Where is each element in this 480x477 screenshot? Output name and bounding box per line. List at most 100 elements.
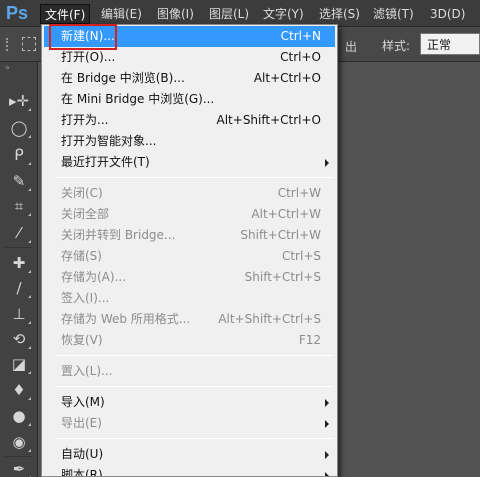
- file-menu-item[interactable]: 打开(O)... Ctrl+O: [42, 47, 337, 68]
- tool-flyout-indicator: [28, 188, 31, 191]
- menu-item-label: 关闭并转到 Bridge...: [61, 228, 176, 242]
- tool-flyout-indicator: [28, 423, 31, 426]
- menu-item-shortcut: Ctrl+W: [277, 186, 321, 200]
- menu-select[interactable]: 选择(S): [315, 4, 364, 24]
- dodge-icon-glyph: ◉: [12, 433, 26, 451]
- history-brush-icon-glyph: ⟲: [12, 330, 26, 348]
- menu-item-label: 关闭(C): [61, 186, 103, 200]
- style-label: 样式:: [382, 39, 411, 53]
- eraser-icon[interactable]: ◪: [6, 353, 32, 375]
- file-menu-item[interactable]: 打开为智能对象...: [42, 131, 337, 152]
- tool-flyout-indicator: [28, 270, 31, 273]
- crop-icon[interactable]: ⌗: [6, 195, 32, 217]
- menu-item-label: 存储为 Web 所用格式...: [61, 312, 191, 326]
- tool-flyout-indicator: [28, 240, 31, 243]
- file-menu-item[interactable]: 导入(M): [42, 392, 337, 413]
- quick-select-icon-glyph: ✎: [12, 172, 26, 190]
- menu-item-shortcut: Ctrl+S: [281, 249, 321, 263]
- file-menu-item[interactable]: 新建(N)... Ctrl+N: [44, 26, 335, 47]
- submenu-arrow-icon: [325, 472, 329, 476]
- menu-item-label: 存储为(A)...: [61, 270, 127, 284]
- menu-item-shortcut: Shift+Ctrl+W: [240, 228, 321, 242]
- menu-layer[interactable]: 图层(L): [205, 4, 253, 24]
- file-menu-item: 关闭(C) Ctrl+W: [42, 183, 337, 204]
- menu-item-label: 签入(I)...: [61, 291, 110, 305]
- options-grip: [6, 38, 10, 51]
- file-menu-item[interactable]: 脚本(R): [42, 465, 337, 477]
- menu-item-label: 打开(O)...: [61, 50, 116, 64]
- file-menu-item[interactable]: 在 Bridge 中浏览(B)... Alt+Ctrl+O: [42, 68, 337, 89]
- blur-icon[interactable]: ●: [6, 405, 32, 427]
- menu-separator: [56, 355, 334, 356]
- menu-type[interactable]: 文字(Y): [259, 4, 308, 24]
- history-brush-icon[interactable]: ⟲: [6, 328, 32, 350]
- menu-item-label: 关闭全部: [61, 207, 110, 221]
- menu-image[interactable]: 图像(I): [153, 4, 198, 24]
- menu-bar: Ps 文件(F) 编辑(E) 图像(I) 图层(L) 文字(Y) 选择(S) 滤…: [0, 0, 480, 27]
- menu-item-label: 脚本(R): [61, 468, 103, 477]
- file-menu-item: 存储为(A)... Shift+Ctrl+S: [42, 267, 337, 288]
- menu-item-shortcut: Shift+Ctrl+S: [244, 270, 321, 284]
- tool-flyout-indicator: [28, 135, 31, 138]
- file-menu-item: 存储为 Web 所用格式... Alt+Shift+Ctrl+S: [42, 309, 337, 330]
- menu-separator: [56, 386, 334, 387]
- tool-flyout-indicator: [28, 295, 31, 298]
- file-menu-item: 恢复(V) F12: [42, 330, 337, 351]
- stamp-icon-glyph: ⊥: [12, 305, 26, 323]
- paint-bucket-icon[interactable]: ♦: [6, 379, 32, 401]
- panel-collapse-grip[interactable]: »: [5, 64, 33, 72]
- menu-item-label: 置入(L)...: [61, 364, 113, 378]
- menu-edit[interactable]: 编辑(E): [97, 4, 146, 24]
- menu-separator: [56, 177, 334, 178]
- paint-bucket-icon-glyph: ♦: [12, 381, 26, 399]
- menu-item-label: 打开为智能对象...: [61, 134, 157, 148]
- tool-flyout-indicator: [28, 371, 31, 374]
- dodge-icon[interactable]: ◉: [6, 431, 32, 453]
- toolbar-separator: [5, 456, 33, 457]
- submenu-arrow-icon: [325, 399, 329, 407]
- tool-flyout-indicator: [28, 449, 31, 452]
- menu-3d[interactable]: 3D(D): [426, 4, 469, 24]
- lasso-icon[interactable]: ᑭ: [6, 144, 32, 166]
- lasso-icon-glyph: ᑭ: [14, 146, 24, 164]
- healing-brush-icon[interactable]: ✚: [6, 252, 32, 274]
- file-menu-item[interactable]: 在 Mini Bridge 中浏览(G)...: [42, 89, 337, 110]
- rect-marquee-option-icon[interactable]: [22, 37, 36, 51]
- menu-item-label: 在 Bridge 中浏览(B)...: [61, 71, 185, 85]
- menu-item-shortcut: Alt+Shift+Ctrl+O: [216, 113, 321, 127]
- menu-filter[interactable]: 滤镜(T): [369, 4, 418, 24]
- file-menu-item: 关闭并转到 Bridge... Shift+Ctrl+W: [42, 225, 337, 246]
- menu-item-label: 自动(U): [61, 447, 104, 461]
- file-menu-item[interactable]: 打开为... Alt+Shift+Ctrl+O: [42, 110, 337, 131]
- menu-item-shortcut: F12: [298, 333, 321, 347]
- menu-file[interactable]: 文件(F): [40, 4, 91, 24]
- menu-separator: [56, 438, 334, 439]
- menu-item-label: 恢复(V): [61, 333, 103, 347]
- quick-select-icon[interactable]: ✎: [6, 170, 32, 192]
- move-tool-icon[interactable]: ▸✛: [6, 90, 32, 112]
- eyedropper-icon[interactable]: ⁄: [6, 222, 32, 244]
- tool-flyout-indicator: [28, 162, 31, 165]
- brush-icon[interactable]: ∕: [6, 277, 32, 299]
- style-select[interactable]: 正常: [420, 33, 480, 55]
- pen-icon-glyph: ✒: [12, 460, 26, 477]
- tool-flyout-indicator: [28, 397, 31, 400]
- tool-flyout-indicator: [28, 321, 31, 324]
- file-menu-item[interactable]: 自动(U): [42, 444, 337, 465]
- file-menu-item: 存储(S) Ctrl+S: [42, 246, 337, 267]
- submenu-arrow-icon: [325, 159, 329, 167]
- photoshop-logo: Ps: [6, 3, 29, 23]
- brush-icon-glyph: ∕: [16, 279, 22, 297]
- pen-icon[interactable]: ✒: [6, 458, 32, 477]
- menu-item-shortcut: Ctrl+O: [280, 50, 321, 64]
- file-menu-item: 关闭全部 Alt+Ctrl+W: [42, 204, 337, 225]
- ellipse-marquee-icon[interactable]: ◯: [6, 117, 32, 139]
- file-menu-dropdown: 新建(N)... Ctrl+N 打开(O)... Ctrl+O 在 Bridge 中浏览…: [41, 24, 338, 477]
- file-menu-item: 导出(E): [42, 413, 337, 434]
- menu-item-shortcut: Ctrl+N: [280, 29, 321, 43]
- file-menu-item[interactable]: 最近打开文件(T): [42, 152, 337, 173]
- file-menu-item: 置入(L)...: [42, 361, 337, 382]
- stamp-icon[interactable]: ⊥: [6, 303, 32, 325]
- ellipse-marquee-icon-glyph: ◯: [10, 119, 28, 137]
- submenu-arrow-icon: [325, 420, 329, 428]
